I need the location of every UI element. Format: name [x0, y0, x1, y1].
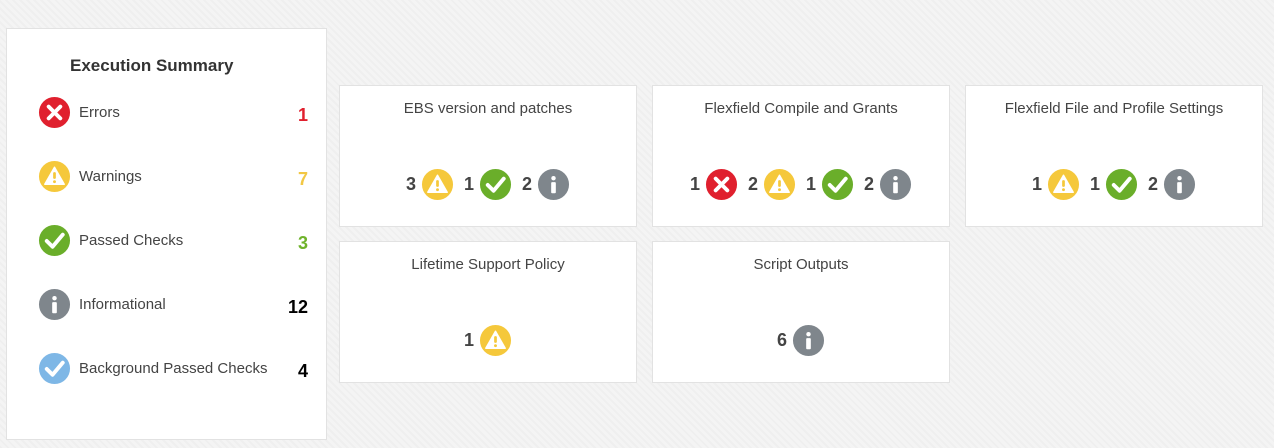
summary-row-label: Informational [79, 296, 166, 313]
badge-count: 1 [806, 173, 817, 194]
badge-count: 6 [776, 329, 787, 350]
info-badge[interactable]: 2 [1148, 168, 1196, 201]
card-title: Script Outputs [753, 256, 849, 273]
card-script-outputs[interactable]: Script Outputs 6 [652, 241, 950, 383]
summary-row-count: 7 [297, 169, 308, 189]
passed-icon [821, 168, 854, 201]
summary-row-label: Background Passed Checks [79, 360, 268, 377]
card-flexfield-compile-and-grants[interactable]: Flexfield Compile and Grants 1 2 1 2 [652, 85, 950, 227]
warning-icon [479, 324, 512, 357]
passed-badge[interactable]: 1 [1090, 168, 1138, 201]
badge-count: 1 [689, 173, 700, 194]
info-icon [1163, 168, 1196, 201]
error-icon [705, 168, 738, 201]
badge-count: 2 [864, 173, 875, 194]
warning-badge[interactable]: 1 [1032, 168, 1080, 201]
card-title: Flexfield File and Profile Settings [1004, 100, 1224, 117]
badge-count: 3 [405, 173, 416, 194]
badge-count: 1 [1089, 173, 1100, 194]
info-icon [537, 168, 570, 201]
summary-row-passed[interactable]: Passed Checks 3 [38, 224, 308, 258]
card-title: Flexfield Compile and Grants [704, 100, 898, 117]
passed-badge[interactable]: 1 [464, 168, 512, 201]
summary-row-label: Passed Checks [79, 232, 184, 249]
summary-title: Execution Summary [70, 56, 234, 75]
warning-icon [421, 168, 454, 201]
execution-summary-panel: Execution Summary Errors 1 Warnings 7 Pa… [6, 28, 327, 440]
summary-row-count: 12 [287, 297, 308, 317]
summary-row-count: 4 [297, 361, 308, 381]
card-ebs-version-and-patches[interactable]: EBS version and patches 3 1 2 [339, 85, 637, 227]
passed-icon [38, 224, 71, 257]
badge-count: 2 [522, 173, 533, 194]
info-badge[interactable]: 6 [777, 324, 825, 357]
badge-count: 1 [463, 173, 474, 194]
summary-row-informational[interactable]: Informational 12 [38, 288, 308, 322]
summary-row-count: 3 [297, 233, 308, 253]
summary-row-label: Errors [79, 104, 120, 121]
card-badges: 1 2 1 2 [653, 167, 949, 201]
info-badge[interactable]: 2 [864, 168, 912, 201]
card-lifetime-support-policy[interactable]: Lifetime Support Policy 1 [339, 241, 637, 383]
info-icon [38, 288, 71, 321]
warning-badge[interactable]: 2 [748, 168, 796, 201]
info-badge[interactable]: 2 [522, 168, 570, 201]
warning-badge[interactable]: 1 [464, 324, 512, 357]
error-badge[interactable]: 1 [690, 168, 738, 201]
card-badges: 1 1 2 [966, 167, 1262, 201]
passed-icon [1105, 168, 1138, 201]
card-badges: 1 [340, 323, 636, 357]
warning-badge[interactable]: 3 [406, 168, 454, 201]
summary-row-errors[interactable]: Errors 1 [38, 96, 308, 130]
card-title: EBS version and patches [403, 100, 573, 117]
warning-icon [763, 168, 796, 201]
info-icon [879, 168, 912, 201]
card-badges: 6 [653, 323, 949, 357]
card-badges: 3 1 2 [340, 167, 636, 201]
summary-row-label: Warnings [79, 168, 142, 185]
card-title: Lifetime Support Policy [411, 256, 565, 273]
badge-count: 2 [1148, 173, 1159, 194]
warning-icon [38, 160, 71, 193]
passed-icon [479, 168, 512, 201]
badge-count: 1 [1031, 173, 1042, 194]
error-icon [38, 96, 71, 129]
background-passed-icon [38, 352, 71, 385]
summary-row-count: 1 [297, 105, 308, 125]
badge-count: 1 [463, 329, 474, 350]
passed-badge[interactable]: 1 [806, 168, 854, 201]
info-icon [792, 324, 825, 357]
warning-icon [1047, 168, 1080, 201]
badge-count: 2 [747, 173, 758, 194]
card-flexfield-file-and-profile-settings[interactable]: Flexfield File and Profile Settings 1 1 … [965, 85, 1263, 227]
summary-row-warnings[interactable]: Warnings 7 [38, 160, 308, 194]
summary-row-background-passed[interactable]: Background Passed Checks 4 [38, 352, 308, 386]
